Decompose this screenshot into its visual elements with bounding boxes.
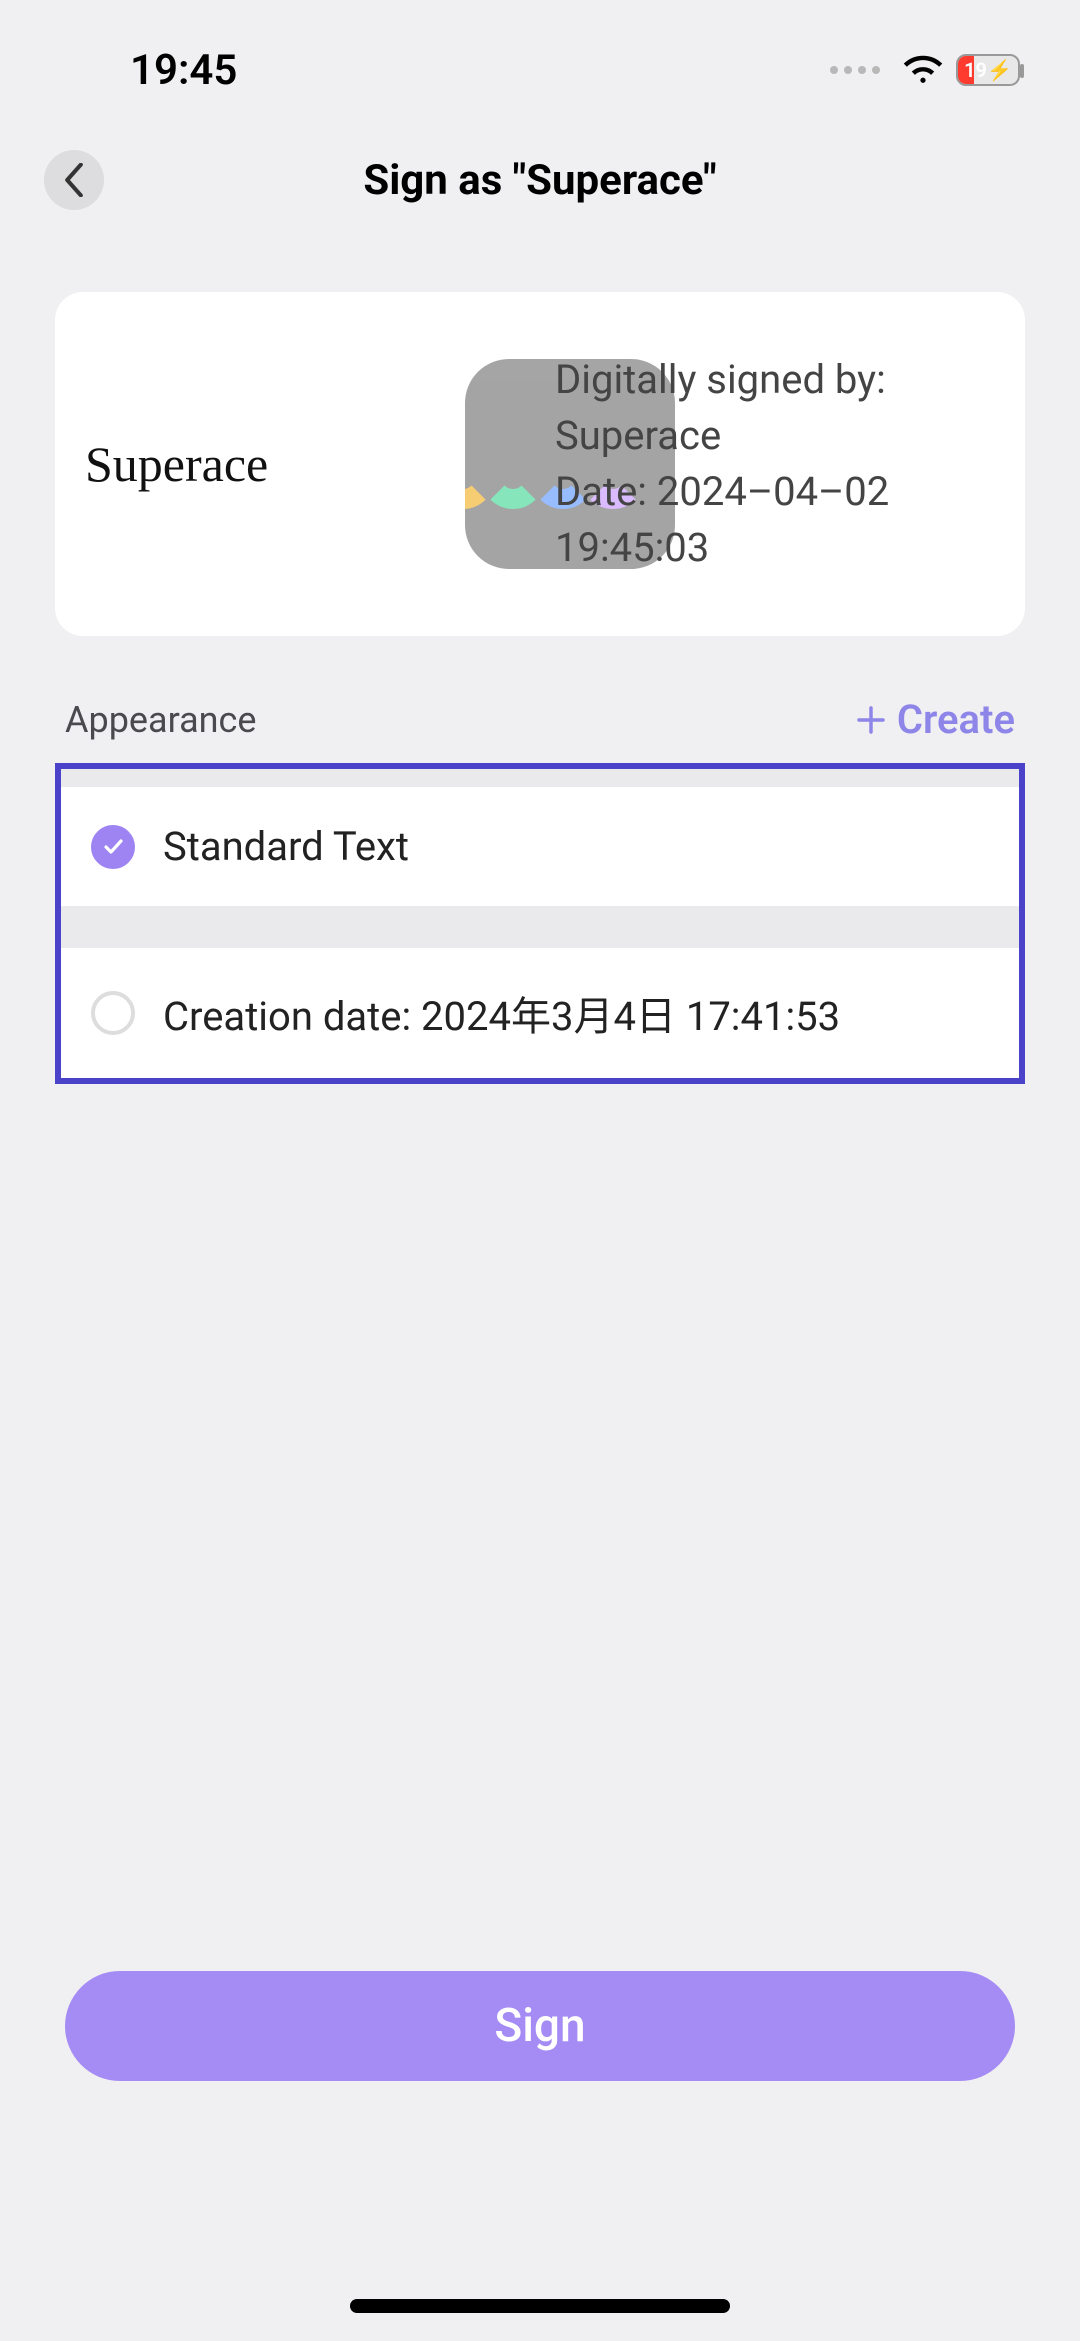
- detail-line-date: Date: 2024–04–02: [555, 464, 985, 520]
- back-button[interactable]: [44, 150, 104, 210]
- detail-line-time: 19:45:03: [555, 520, 985, 576]
- create-label: Create: [897, 696, 1015, 743]
- connectivity-dots-icon: [830, 66, 880, 74]
- status-bar: 19:45 19⚡: [0, 0, 1080, 120]
- wifi-icon: [902, 51, 944, 89]
- detail-line-signed-by: Digitally signed by:: [555, 352, 985, 408]
- plus-icon: [855, 704, 887, 736]
- appearance-option-standard-text[interactable]: Standard Text: [61, 787, 1019, 906]
- home-indicator[interactable]: [350, 2299, 730, 2313]
- appearance-options: Standard Text Creation date: 2024年3月4日 1…: [55, 763, 1025, 1084]
- page-header: Sign as "Superace": [0, 120, 1080, 240]
- signature-details: Digitally signed by: Superace Date: 2024…: [555, 352, 985, 576]
- chevron-left-icon: [63, 163, 85, 197]
- create-button[interactable]: Create: [855, 696, 1015, 743]
- signature-name: Superace: [85, 435, 395, 493]
- status-icons: 19⚡: [830, 51, 1020, 89]
- battery-icon: 19⚡: [956, 54, 1020, 86]
- radio-unchecked-icon: [91, 991, 135, 1035]
- sign-label: Sign: [494, 1999, 585, 2053]
- status-time: 19:45: [130, 46, 237, 95]
- sign-button[interactable]: Sign: [65, 1971, 1015, 2081]
- page-title: Sign as "Superace": [363, 156, 716, 205]
- appearance-section-header: Appearance Create: [65, 696, 1015, 743]
- appearance-option-creation-date[interactable]: Creation date: 2024年3月4日 17:41:53: [61, 948, 1019, 1078]
- appearance-label: Appearance: [65, 699, 256, 741]
- option-label: Creation date: 2024年3月4日 17:41:53: [163, 984, 840, 1042]
- signature-preview-card: Superace Digitally signed by: Superace D…: [55, 292, 1025, 636]
- detail-line-signer: Superace: [555, 408, 985, 464]
- radio-checked-icon: [91, 825, 135, 869]
- option-label: Standard Text: [163, 823, 409, 870]
